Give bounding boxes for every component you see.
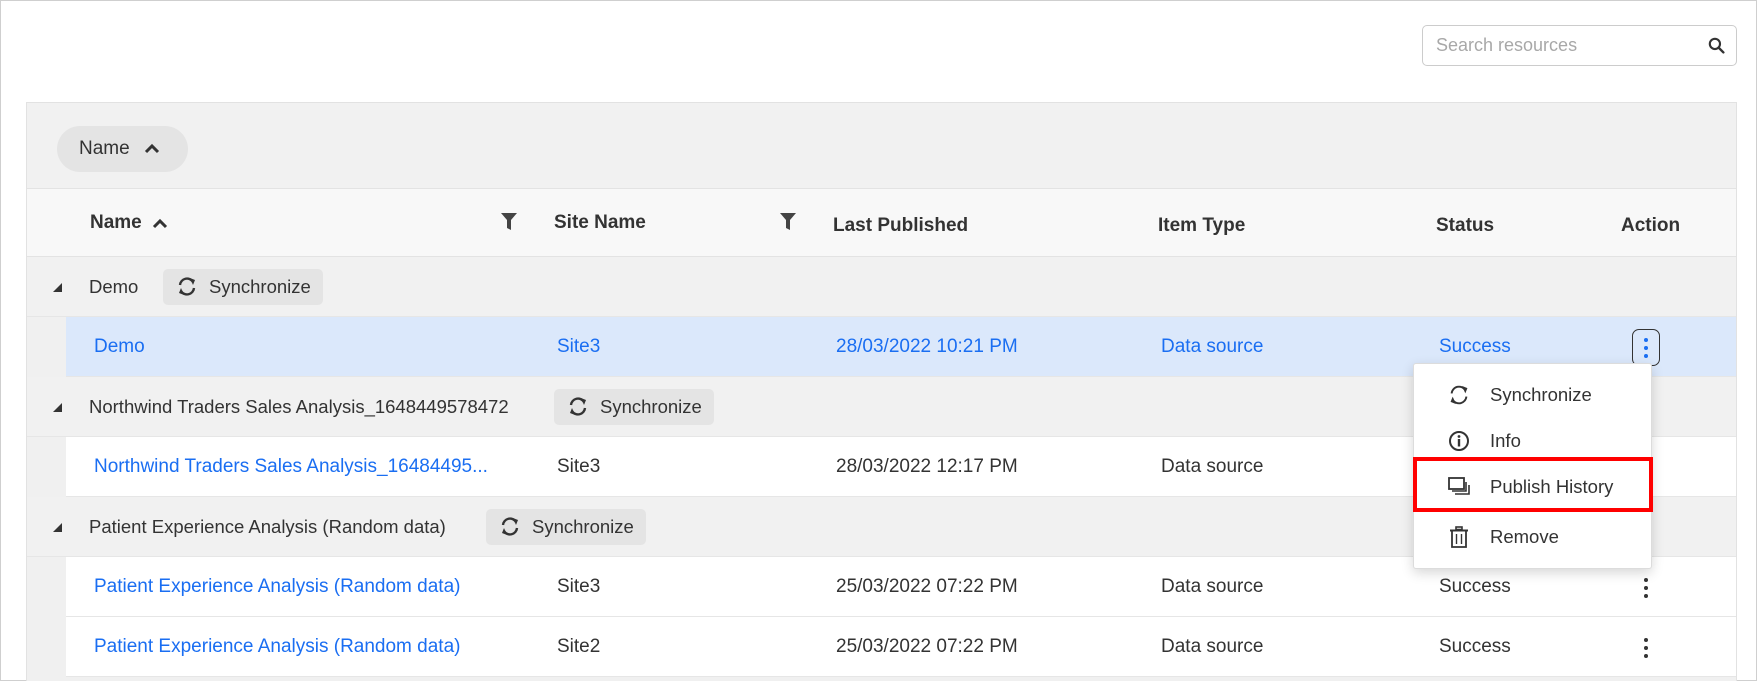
menu-item-remove[interactable]: Remove — [1414, 514, 1651, 560]
menu-item-synchronize[interactable]: Synchronize — [1414, 372, 1651, 418]
table-row[interactable]: Patient Experience Analysis (Random data… — [66, 617, 1736, 677]
column-header-action: Action — [1621, 192, 1680, 260]
more-options-icon[interactable] — [1632, 629, 1660, 666]
group-by-chip-label: Name — [79, 138, 130, 159]
group-by-chip-name[interactable]: Name — [57, 126, 188, 172]
page: Name Name Site Name Last Published — [0, 0, 1757, 681]
column-header-last-published[interactable]: Last Published — [833, 192, 968, 260]
menu-item-publish-history[interactable]: Publish History — [1414, 464, 1651, 510]
synchronize-label: Synchronize — [532, 515, 634, 537]
menu-item-label: Remove — [1490, 526, 1559, 547]
cell-item-type: Data source — [1161, 456, 1264, 477]
column-label: Item Type — [1158, 215, 1246, 236]
menu-item-label: Synchronize — [1490, 384, 1592, 405]
filter-icon[interactable] — [501, 213, 517, 236]
column-header-site-name[interactable]: Site Name — [554, 189, 646, 257]
menu-item-label: Publish History — [1490, 476, 1614, 497]
sync-icon — [569, 397, 587, 416]
cell-site: Site3 — [557, 456, 601, 477]
filter-icon[interactable] — [780, 213, 796, 236]
cell-name[interactable]: Patient Experience Analysis (Random data… — [94, 617, 460, 677]
column-label: Site Name — [554, 212, 646, 233]
cell-status: Success — [1439, 636, 1511, 657]
chevron-up-icon[interactable] — [144, 138, 160, 160]
column-label: Last Published — [833, 215, 969, 236]
sync-icon — [1444, 385, 1474, 405]
cell-last-published: 25/03/2022 07:22 PM — [836, 636, 1018, 657]
cell-last-published: 28/03/2022 12:17 PM — [836, 456, 1018, 477]
cell-item-type: Data source — [1161, 336, 1264, 357]
column-header-status[interactable]: Status — [1436, 192, 1494, 260]
sort-ascending-icon — [152, 218, 167, 228]
cell-name[interactable]: Patient Experience Analysis (Random data… — [94, 557, 460, 617]
search-icon[interactable] — [1696, 37, 1736, 54]
collapse-caret-icon[interactable] — [53, 523, 62, 532]
column-label: Name — [90, 212, 142, 233]
group-row-demo: Demo Synchronize — [27, 257, 1736, 317]
info-icon — [1444, 430, 1474, 452]
more-options-icon[interactable] — [1632, 569, 1660, 606]
cell-site: Site2 — [557, 636, 601, 657]
publish-history-icon — [1444, 477, 1474, 497]
cell-name[interactable]: Northwind Traders Sales Analysis_1648449… — [94, 437, 488, 497]
group-name: Demo — [89, 275, 139, 297]
cell-item-type: Data source — [1161, 576, 1264, 597]
collapse-caret-icon[interactable] — [53, 403, 62, 412]
column-header-item-type[interactable]: Item Type — [1158, 192, 1245, 260]
collapse-caret-icon[interactable] — [53, 283, 62, 292]
sync-icon — [501, 517, 519, 536]
column-label: Action — [1621, 215, 1681, 236]
synchronize-label: Synchronize — [600, 395, 702, 417]
column-label: Status — [1436, 215, 1495, 236]
group-name: Northwind Traders Sales Analysis_1648449… — [89, 395, 509, 417]
synchronize-button[interactable]: Synchronize — [486, 508, 646, 545]
cell-site: Site3 — [557, 576, 601, 597]
menu-item-info[interactable]: Info — [1414, 418, 1651, 464]
menu-item-label: Info — [1490, 430, 1521, 451]
action-context-menu: Synchronize Info Publish History Remove — [1413, 363, 1652, 569]
cell-last-published: 25/03/2022 07:22 PM — [836, 576, 1018, 597]
search-box[interactable] — [1422, 25, 1737, 66]
group-by-bar: Name — [27, 103, 1736, 189]
cell-site[interactable]: Site3 — [557, 317, 600, 377]
cell-last-published: 28/03/2022 10:21 PM — [836, 336, 1018, 357]
search-input[interactable] — [1423, 26, 1696, 65]
trash-icon — [1444, 526, 1474, 548]
synchronize-button[interactable]: Synchronize — [554, 388, 714, 425]
cell-item-type: Data source — [1161, 636, 1264, 657]
group-name: Patient Experience Analysis (Random data… — [89, 515, 446, 537]
synchronize-button[interactable]: Synchronize — [163, 268, 323, 305]
sync-icon — [178, 277, 196, 296]
cell-name[interactable]: Demo — [94, 317, 145, 377]
table-header: Name Site Name Last Published Item Type … — [27, 189, 1736, 257]
column-header-name[interactable]: Name — [90, 189, 168, 257]
synchronize-label: Synchronize — [209, 275, 311, 297]
more-options-icon[interactable] — [1632, 329, 1660, 366]
